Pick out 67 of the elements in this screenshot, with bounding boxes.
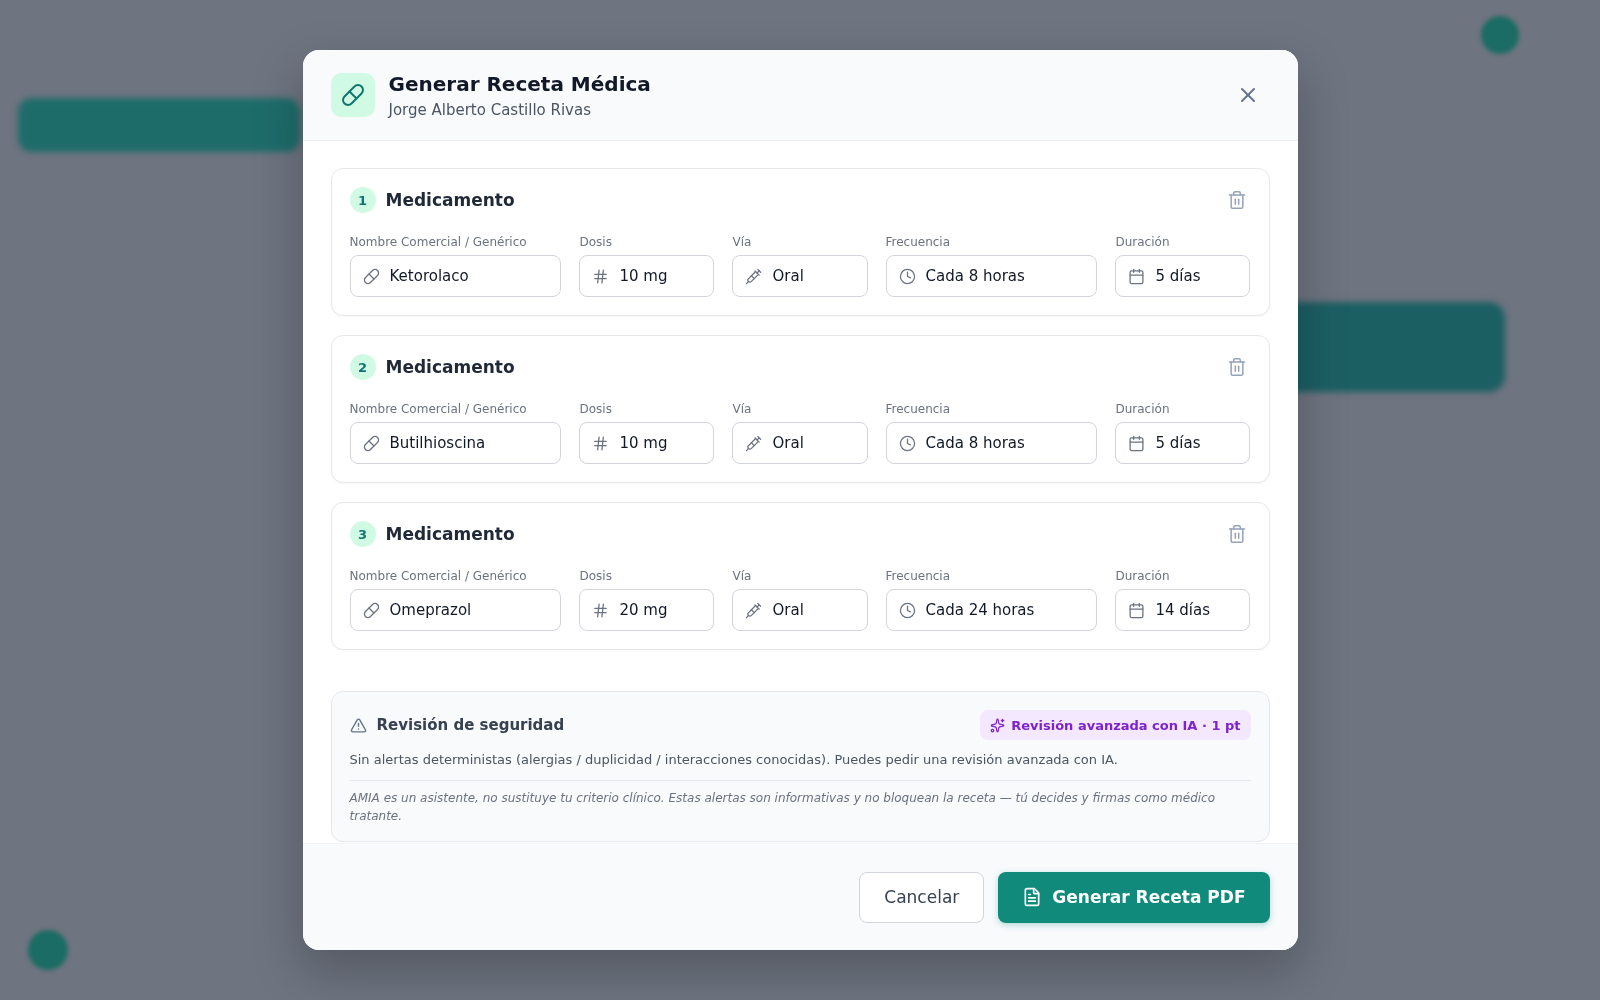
dose-field[interactable]: 20 mg (579, 589, 715, 631)
item-number: 3 (349, 521, 376, 547)
field-label: Nombre Comercial / Genérico (349, 569, 527, 583)
calendar-icon (1128, 434, 1146, 452)
frequency-field[interactable]: Cada 24 horas (885, 589, 1098, 631)
hash-icon (592, 267, 610, 285)
medication-name-field[interactable]: Ketorolaco (349, 255, 562, 297)
syringe-icon (745, 601, 763, 619)
field-label: Vía (732, 402, 752, 416)
hash-icon (592, 601, 610, 619)
field-label: Nombre Comercial / Genérico (349, 235, 527, 249)
trash-icon (1226, 357, 1247, 377)
frequency-field[interactable]: Cada 8 horas (885, 255, 1098, 297)
duration-field[interactable]: 5 días (1115, 255, 1251, 297)
field-label: Duración (1115, 402, 1170, 416)
field-label: Frecuencia (885, 569, 951, 583)
route-field[interactable]: Oral (732, 255, 868, 297)
trash-icon (1226, 524, 1247, 544)
duration-field[interactable]: 5 días (1115, 422, 1251, 464)
route-field[interactable]: Oral (732, 589, 868, 631)
pill-icon (330, 73, 375, 117)
clock-icon (898, 601, 916, 619)
disclaimer-text: AMIA es un asistente, no sustituye tu criterio clínico. Estas alertas son informativas y no bloquean la receta — tú decides y firmas como médico tratante. (349, 790, 1217, 825)
field-label: Vía (732, 235, 752, 249)
medication-name-field[interactable]: Omeprazol (349, 589, 562, 631)
syringe-icon (745, 267, 763, 285)
field-label: Duración (1115, 569, 1170, 583)
hash-icon (592, 434, 610, 452)
field-label: Vía (732, 569, 752, 583)
blurred-avatar (1481, 16, 1519, 54)
field-label: Frecuencia (885, 402, 951, 416)
field-label: Frecuencia (885, 235, 951, 249)
dose-field[interactable]: 10 mg (579, 422, 715, 464)
item-number: 2 (349, 354, 376, 380)
generate-pdf-button[interactable]: Generar Receta PDF (998, 871, 1270, 923)
medication-name-field[interactable]: Butilhioscina (349, 422, 562, 464)
medication-heading: Medicamento (385, 524, 515, 544)
field-label: Dosis (579, 235, 612, 249)
clock-icon (898, 267, 916, 285)
duration-field[interactable]: 14 días (1115, 589, 1251, 631)
pill-icon (362, 434, 380, 452)
cancel-button[interactable]: Cancelar (859, 871, 985, 923)
field-label: Dosis (579, 569, 612, 583)
field-label: Dosis (579, 402, 612, 416)
calendar-icon (1128, 601, 1146, 619)
warning-icon (349, 716, 367, 734)
pill-icon (362, 267, 380, 285)
route-field[interactable]: Oral (732, 422, 868, 464)
pill-icon (362, 601, 380, 619)
dialog-title: Generar Receta Médica (388, 71, 651, 96)
trash-icon (1226, 190, 1247, 210)
frequency-field[interactable]: Cada 8 horas (885, 422, 1098, 464)
safety-title: Revisión de seguridad (376, 716, 565, 734)
dose-field[interactable]: 10 mg (579, 255, 715, 297)
medication-heading: Medicamento (385, 357, 515, 377)
medication-heading: Medicamento (385, 190, 515, 210)
syringe-icon (745, 434, 763, 452)
patient-name: Jorge Alberto Castillo Rivas (388, 100, 591, 119)
field-label: Nombre Comercial / Genérico (349, 402, 527, 416)
calendar-icon (1128, 267, 1146, 285)
item-number: 1 (349, 187, 376, 213)
sparkles-icon (990, 717, 1006, 733)
ai-review-button[interactable]: Revisión avanzada con IA · 1 pt (980, 710, 1251, 740)
clock-icon (898, 434, 916, 452)
field-label: Duración (1115, 235, 1170, 249)
blurred-avatar (28, 930, 68, 970)
safety-message: Sin alertas deterministas (alergias / duplicidad / interacciones conocidas). Puedes pedir una revisión avanzada con IA. (349, 751, 1119, 769)
